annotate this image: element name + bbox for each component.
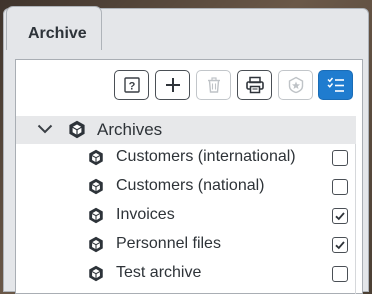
add-button[interactable] [155, 70, 190, 100]
plus-icon [165, 78, 180, 92]
checkmark-icon [335, 241, 345, 250]
checklist-button[interactable] [318, 70, 353, 100]
tree-item-label[interactable]: Customers (national) [116, 177, 265, 195]
checkmark-icon [335, 212, 345, 221]
print-button[interactable] [237, 70, 272, 100]
tree-item-checkbox[interactable] [332, 150, 348, 166]
chevron-down-icon[interactable] [37, 123, 53, 135]
tree-item-checkbox[interactable] [332, 208, 348, 224]
trash-icon [207, 77, 220, 93]
tree-item-checkbox[interactable] [332, 237, 348, 253]
shield-badge-icon [288, 76, 303, 94]
tree-item-checkbox[interactable] [332, 179, 348, 195]
tree-root-row[interactable] [16, 116, 356, 144]
tab-archive-label: Archive [28, 25, 87, 42]
checklist-icon [326, 77, 344, 92]
archive-cube-icon [69, 120, 85, 139]
tree-root-label: Archives [97, 120, 163, 139]
archive-panel: ? Archives Customers (international) Cus… [15, 59, 363, 294]
tree-item-label[interactable]: Personnel files [116, 235, 221, 253]
tab-archive[interactable]: Archive [6, 6, 102, 50]
archive-cube-icon [89, 265, 103, 282]
scrollbar-track[interactable] [355, 144, 356, 294]
tree-item-checkbox[interactable] [332, 266, 348, 282]
archive-cube-icon [89, 207, 103, 224]
tree-item-label[interactable]: Invoices [116, 206, 175, 224]
archive-cube-icon [89, 236, 103, 253]
printer-icon [245, 76, 264, 94]
help-button[interactable]: ? [114, 70, 149, 100]
tree-item-label[interactable]: Customers (international) [116, 148, 296, 166]
archive-cube-icon [89, 178, 103, 195]
badge-button[interactable] [278, 70, 313, 100]
archive-cube-icon [89, 149, 103, 166]
help-icon: ? [123, 77, 140, 93]
tree-item-label[interactable]: Test archive [116, 264, 201, 282]
svg-text:?: ? [128, 80, 135, 92]
delete-button[interactable] [196, 70, 231, 100]
